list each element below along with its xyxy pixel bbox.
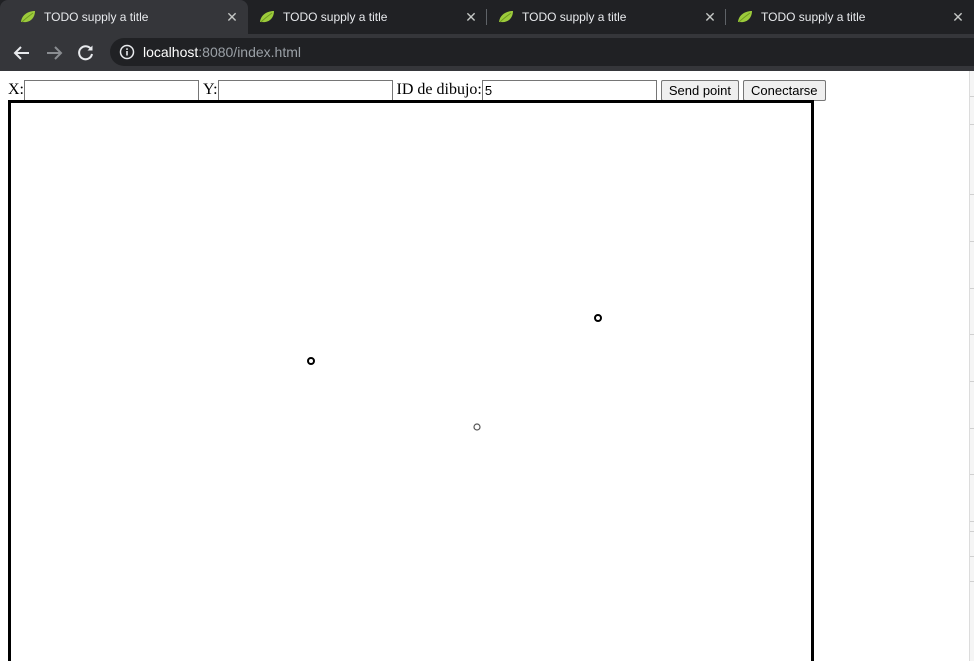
arrow-right-icon — [47, 46, 63, 60]
drawing-id-label: ID de dibujo: — [396, 81, 482, 98]
scrollbar-edge[interactable] — [969, 71, 974, 661]
spring-leaf-icon — [260, 11, 274, 23]
tab-title: TODO supply a title — [761, 10, 866, 24]
url-path: :8080/index.html — [198, 44, 301, 60]
tab-strip: TODO supply a title ✕ TODO supply a titl… — [0, 0, 974, 34]
spring-leaf-icon — [499, 11, 513, 23]
reload-button[interactable] — [74, 41, 98, 65]
reload-icon — [78, 45, 93, 61]
x-label: X: — [8, 81, 24, 98]
y-input[interactable] — [217, 79, 393, 101]
x-input[interactable] — [24, 79, 199, 101]
tab-3[interactable]: TODO supply a title ✕ — [478, 0, 726, 34]
spring-leaf-icon — [738, 11, 752, 23]
tab-4[interactable]: TODO supply a title ✕ — [717, 0, 974, 34]
close-icon[interactable]: ✕ — [948, 9, 968, 26]
canvas-drawing — [307, 314, 602, 431]
drawing-canvas[interactable] — [8, 100, 814, 661]
drawn-point-2 — [594, 314, 602, 322]
tab-title: TODO supply a title — [522, 10, 627, 24]
drawn-point-1 — [307, 357, 315, 365]
drawn-point-3 — [473, 423, 481, 431]
page-content: X: Y: ID de dibujo: Send point Conectars… — [0, 71, 974, 661]
tab-title: TODO supply a title — [283, 10, 388, 24]
back-button[interactable] — [10, 41, 34, 65]
info-icon[interactable] — [119, 44, 135, 60]
drawing-id-input[interactable] — [481, 79, 657, 101]
address-bar[interactable]: localhost:8080/index.html — [110, 38, 974, 66]
spring-leaf-icon — [21, 11, 35, 23]
point-form: X: Y: ID de dibujo: Send point Conectars… — [8, 79, 826, 101]
tab-1[interactable]: TODO supply a title ✕ — [0, 0, 248, 34]
tab-title: TODO supply a title — [44, 10, 149, 24]
y-label: Y: — [203, 81, 218, 98]
arrow-left-icon — [13, 46, 29, 60]
connect-button[interactable]: Conectarse — [743, 79, 826, 101]
forward-button[interactable] — [42, 41, 66, 65]
url-host: localhost — [143, 44, 199, 60]
tab-2[interactable]: TODO supply a title ✕ — [239, 0, 487, 34]
send-point-button[interactable]: Send point — [660, 79, 740, 101]
